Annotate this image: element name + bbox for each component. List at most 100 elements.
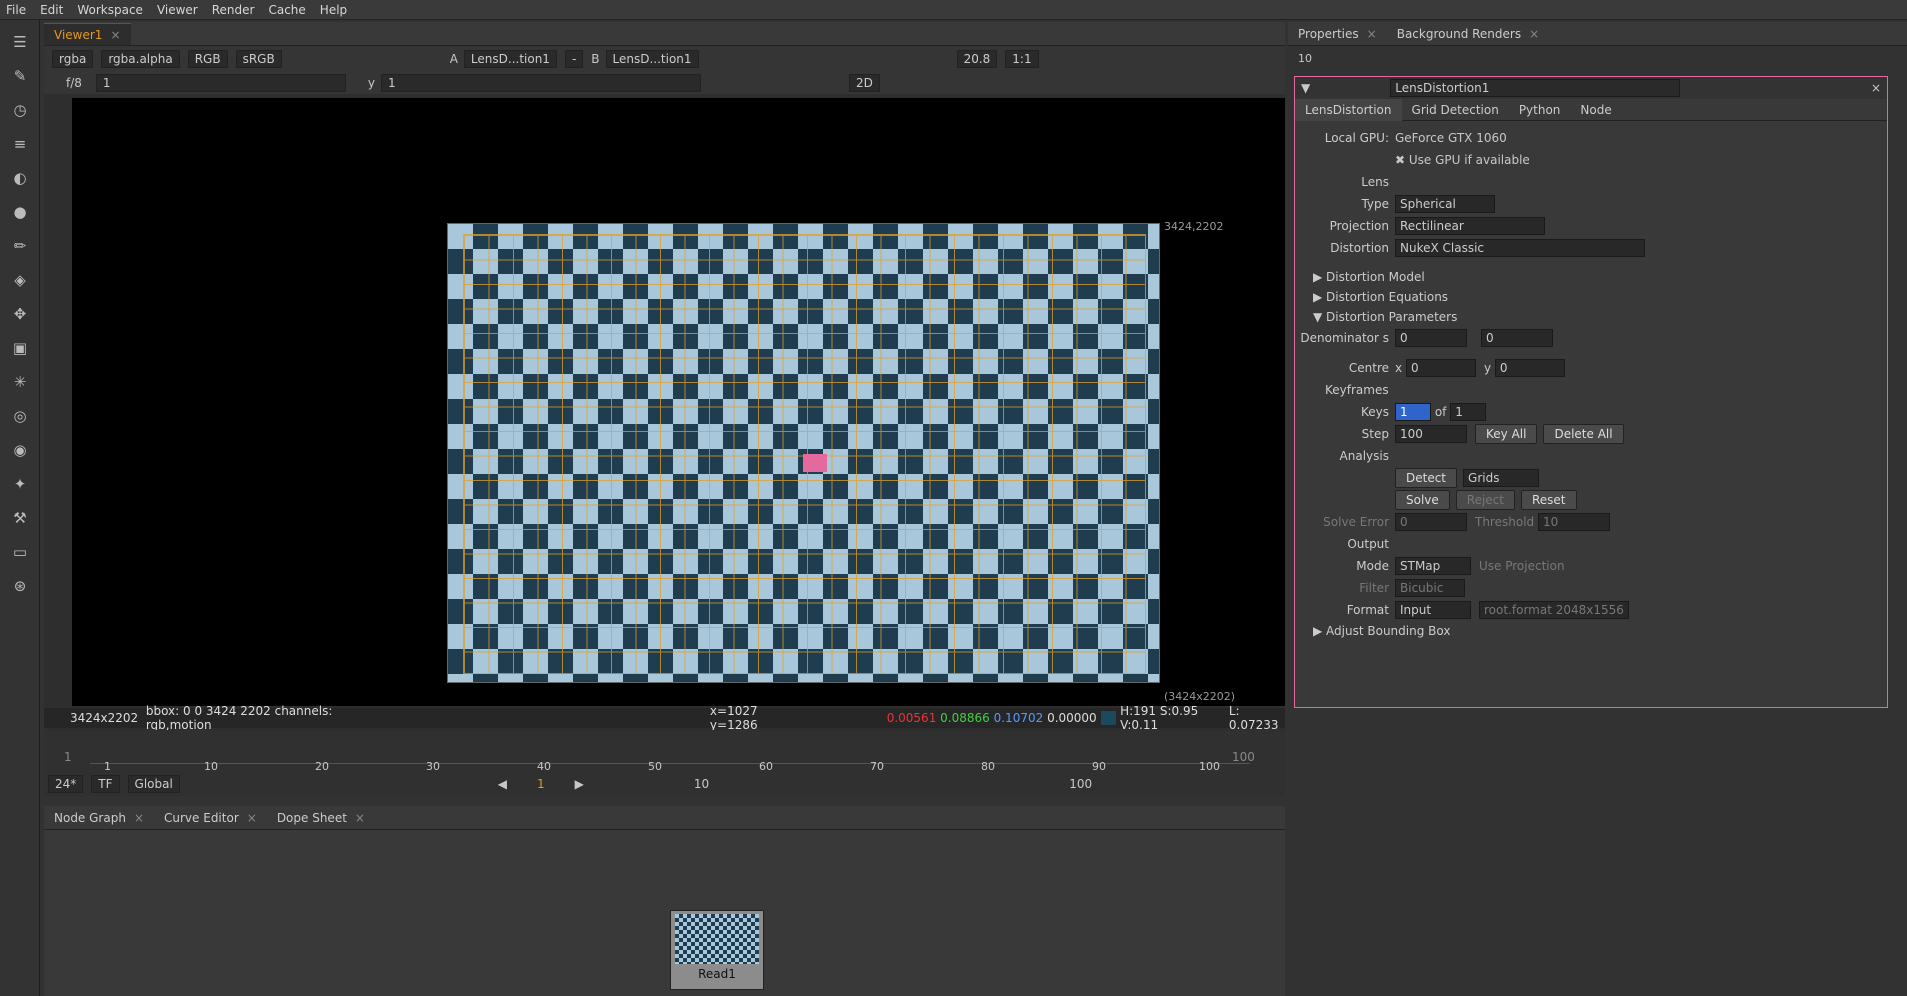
menu-viewer[interactable]: Viewer (157, 3, 198, 17)
channel-tool-icon[interactable]: ≡ (8, 132, 32, 156)
timeline-end[interactable]: 100 (1232, 750, 1255, 764)
centre-y-field[interactable]: 0 (1494, 359, 1565, 377)
node-name-field[interactable]: LensDistortion1 (1390, 79, 1681, 97)
delete-all-button[interactable]: Delete All (1543, 424, 1624, 444)
keyframes-label: Keyframes (1325, 383, 1389, 397)
timeline-start[interactable]: 1 (64, 750, 72, 764)
input-a-dropdown[interactable]: LensD...tion1 (463, 50, 557, 68)
toolsets-tool-icon[interactable]: ⚒ (8, 506, 32, 530)
global-dropdown[interactable]: Global (127, 775, 180, 793)
play-reverse-icon[interactable]: ◀ (498, 777, 507, 791)
merge-tool-icon[interactable]: ◈ (8, 268, 32, 292)
grids-dropdown[interactable]: Grids (1463, 469, 1540, 487)
lut-dropdown[interactable]: sRGB (235, 50, 282, 68)
reject-button[interactable]: Reject (1455, 490, 1515, 510)
y-field[interactable]: 1 (381, 74, 702, 92)
luma-text: L: 0.07233 (1228, 704, 1279, 732)
colorspace-dropdown[interactable]: RGB (187, 50, 228, 68)
props-count[interactable]: 10 (1298, 52, 1312, 65)
furnace-tool-icon[interactable]: ⊛ (8, 574, 32, 598)
close-icon[interactable]: × (1529, 27, 1539, 41)
denominator-field-1[interactable]: 0 (1395, 329, 1467, 347)
tick-label: 30 (426, 760, 440, 773)
threshold-field[interactable]: 10 (1537, 513, 1610, 531)
tab-node[interactable]: Node (1570, 99, 1621, 121)
timeline[interactable]: 1 10 20 30 40 50 60 70 80 90 100 1 100 2… (44, 730, 1285, 796)
frame-field[interactable]: 1 (95, 74, 346, 92)
distortion-dropdown[interactable]: NukeX Classic (1395, 239, 1645, 257)
type-dropdown[interactable]: Spherical (1395, 195, 1495, 213)
tab-dope-sheet[interactable]: Dope Sheet × (267, 807, 375, 829)
keys-field[interactable]: 1 (1395, 403, 1431, 421)
input-b-dropdown[interactable]: LensD...tion1 (605, 50, 699, 68)
time-tool-icon[interactable]: ◷ (8, 98, 32, 122)
format-dropdown[interactable]: Input (1395, 601, 1471, 619)
close-icon[interactable]: × (134, 811, 144, 825)
particles-tool-icon[interactable]: ✳ (8, 370, 32, 394)
close-icon[interactable]: × (1871, 81, 1881, 95)
channels-dropdown[interactable]: rgba (52, 50, 94, 68)
play-icon[interactable]: ▶ (575, 777, 584, 791)
section-distortion-model[interactable]: ▶ Distortion Model (1295, 267, 1887, 287)
checkbox-icon[interactable]: ✖ (1395, 153, 1405, 167)
key-all-button[interactable]: Key All (1475, 424, 1538, 444)
close-icon[interactable]: × (1367, 27, 1377, 41)
viewer-canvas[interactable]: 3424,2202 (3424x2202) (72, 98, 1285, 706)
tab-grid-detection[interactable]: Grid Detection (1402, 99, 1509, 121)
projection-dropdown[interactable]: Rectilinear (1395, 217, 1545, 235)
solve-button[interactable]: Solve (1395, 490, 1450, 510)
view-mode-dropdown[interactable]: 2D (849, 74, 880, 92)
zoom-dropdown[interactable]: 20.8 (956, 50, 998, 68)
alpha-dropdown[interactable]: rgba.alpha (101, 50, 180, 68)
section-distortion-equations[interactable]: ▶ Distortion Equations (1295, 287, 1887, 307)
views-tool-icon[interactable]: ◉ (8, 438, 32, 462)
section-distortion-parameters[interactable]: ▼ Distortion Parameters (1295, 307, 1887, 327)
step-field[interactable]: 100 (1395, 425, 1467, 443)
tab-curve-editor[interactable]: Curve Editor × (154, 807, 267, 829)
filter-tool-icon[interactable]: ● (8, 200, 32, 224)
menu-render[interactable]: Render (212, 3, 255, 17)
fstop-label[interactable]: f/8 (66, 76, 82, 90)
current-frame[interactable]: 1 (537, 777, 545, 791)
3d-tool-icon[interactable]: ▣ (8, 336, 32, 360)
ratio-dropdown[interactable]: 1:1 (1005, 50, 1039, 68)
metadata-tool-icon[interactable]: ✦ (8, 472, 32, 496)
end-frame-field[interactable]: 100 (1069, 777, 1092, 791)
menu-help[interactable]: Help (320, 3, 347, 17)
section-adjust-bounding-box[interactable]: ▶ Adjust Bounding Box (1295, 621, 1887, 641)
tf-dropdown[interactable]: TF (91, 775, 120, 793)
menu-file[interactable]: File (6, 3, 26, 17)
close-icon[interactable]: × (355, 811, 365, 825)
transform-tool-icon[interactable]: ✥ (8, 302, 32, 326)
menu-edit[interactable]: Edit (40, 3, 63, 17)
centre-x-field[interactable]: 0 (1405, 359, 1476, 377)
tick-label: 50 (648, 760, 662, 773)
step-field[interactable]: 10 (694, 777, 709, 791)
menu-workspace[interactable]: Workspace (77, 3, 143, 17)
draw-tool-icon[interactable]: ✎ (8, 64, 32, 88)
color-tool-icon[interactable]: ◐ (8, 166, 32, 190)
tab-viewer1[interactable]: Viewer1 × (44, 22, 131, 45)
mode-dropdown[interactable]: STMap (1395, 557, 1471, 575)
tab-lensdistortion[interactable]: LensDistortion (1295, 99, 1402, 121)
close-icon[interactable]: × (247, 811, 257, 825)
fps-dropdown[interactable]: 24* (48, 775, 84, 793)
menu-cache[interactable]: Cache (268, 3, 305, 17)
detect-button[interactable]: Detect (1395, 468, 1458, 488)
other-tool-icon[interactable]: ▭ (8, 540, 32, 564)
timeline-ruler[interactable] (90, 740, 1250, 764)
image-tool-icon[interactable]: ☰ (8, 30, 32, 54)
tab-properties[interactable]: Properties × (1288, 23, 1387, 45)
close-icon[interactable]: × (110, 28, 120, 42)
reset-button[interactable]: Reset (1520, 490, 1577, 510)
filter-dropdown[interactable]: Bicubic (1395, 579, 1465, 597)
tab-python[interactable]: Python (1509, 99, 1571, 121)
keyer-tool-icon[interactable]: ✏ (8, 234, 32, 258)
tab-node-graph[interactable]: Node Graph × (44, 807, 154, 829)
denominator-field-2[interactable]: 0 (1481, 329, 1553, 347)
collapse-icon[interactable]: ▼ (1301, 81, 1310, 95)
wipe-dropdown[interactable]: - (564, 50, 584, 68)
read-node[interactable]: Read1 (670, 910, 764, 990)
deep-tool-icon[interactable]: ◎ (8, 404, 32, 428)
tab-background-renders[interactable]: Background Renders × (1387, 23, 1549, 45)
